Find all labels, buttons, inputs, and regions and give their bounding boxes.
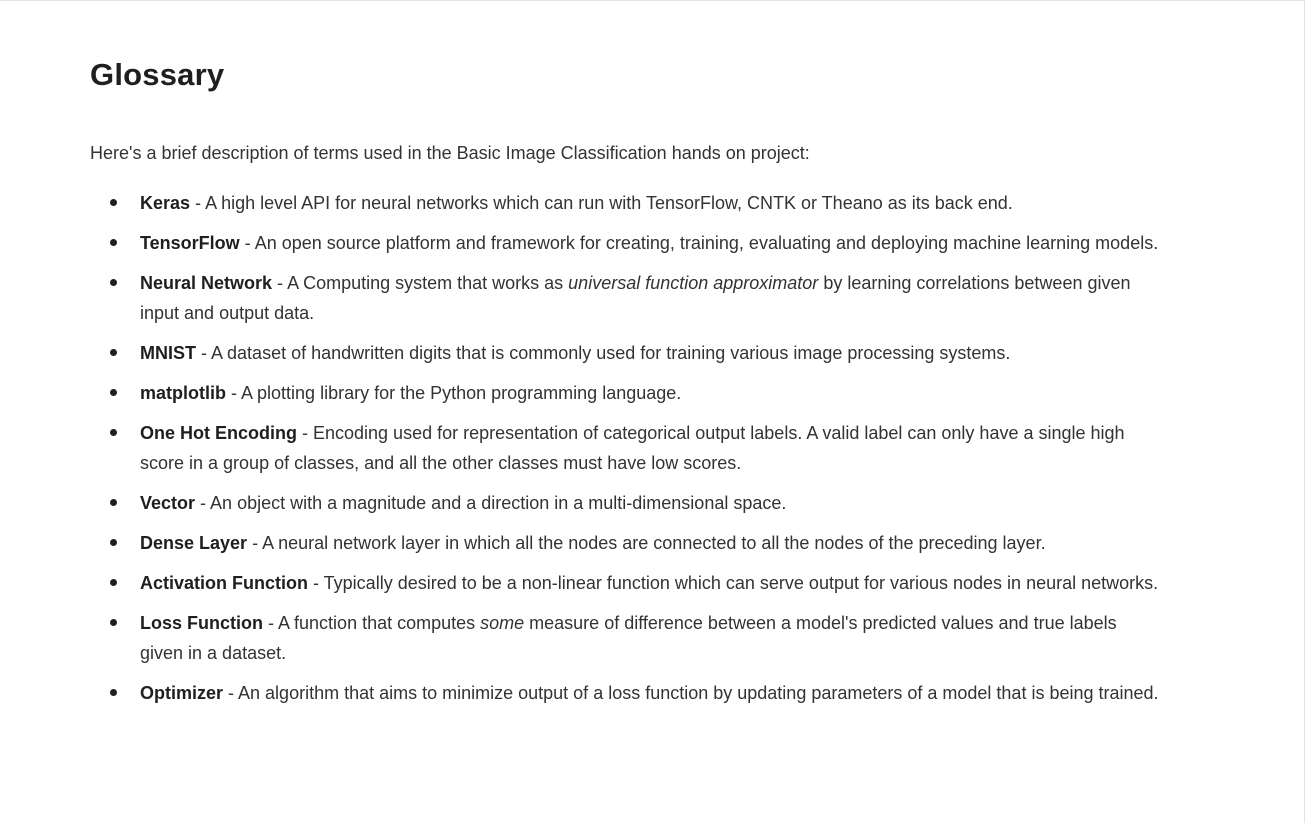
glossary-item-matplotlib: matplotlib - A plotting library for the … xyxy=(90,378,1162,408)
glossary-item-tensorflow: TensorFlow - An open source platform and… xyxy=(90,228,1162,258)
term-emphasis: some xyxy=(480,613,525,633)
term-name: MNIST xyxy=(140,343,196,363)
bullet-icon xyxy=(110,579,117,586)
term-separator: - xyxy=(223,683,239,703)
page-title: Glossary xyxy=(90,57,225,92)
bullet-icon xyxy=(110,619,117,626)
term-description: A dataset of handwritten digits that is … xyxy=(211,343,1011,363)
term-separator: - xyxy=(308,573,324,593)
term-name: Dense Layer xyxy=(140,533,248,553)
term-separator: - xyxy=(297,423,313,443)
term-separator: - xyxy=(226,383,242,403)
bullet-icon xyxy=(110,389,117,396)
term-separator: - xyxy=(263,613,279,633)
bullet-icon xyxy=(110,279,117,286)
glossary-item-one-hot-encoding: One Hot Encoding - Encoding used for rep… xyxy=(90,418,1162,478)
term-description: A Computing system that works as xyxy=(287,273,569,293)
top-divider xyxy=(0,0,1305,1)
glossary-item-vector: Vector - An object with a magnitude and … xyxy=(90,488,1162,518)
term-separator: - xyxy=(239,233,255,253)
intro-text: Here's a brief description of terms used… xyxy=(90,143,810,163)
bullet-icon xyxy=(110,689,117,696)
term-description: A neural network layer in which all the … xyxy=(262,533,1046,553)
term-name: Loss Function xyxy=(140,613,263,633)
term-name: Activation Function xyxy=(140,573,308,593)
glossary-item-activation-function: Activation Function - Typically desired … xyxy=(90,568,1162,598)
bullet-icon xyxy=(110,199,117,206)
term-separator: - xyxy=(247,533,263,553)
term-description: An algorithm that aims to minimize outpu… xyxy=(238,683,1159,703)
term-name: One Hot Encoding xyxy=(140,423,297,443)
glossary-item-loss-function: Loss Function - A function that computes… xyxy=(90,608,1162,668)
term-separator: - xyxy=(190,193,206,213)
bullet-icon xyxy=(110,499,117,506)
term-description: Typically desired to be a non-linear fun… xyxy=(323,573,1159,593)
term-name: TensorFlow xyxy=(140,233,240,253)
term-description: A high level API for neural networks whi… xyxy=(205,193,1013,213)
term-description: A plotting library for the Python progra… xyxy=(241,383,682,403)
term-name: Optimizer xyxy=(140,683,224,703)
bullet-icon xyxy=(110,429,117,436)
term-emphasis: universal function approximator xyxy=(568,273,819,293)
glossary-list: Keras - A high level API for neural netw… xyxy=(90,188,1162,718)
term-name: Keras xyxy=(140,193,191,213)
glossary-item-keras: Keras - A high level API for neural netw… xyxy=(90,188,1162,218)
glossary-item-neural-network: Neural Network - A Computing system that… xyxy=(90,268,1162,328)
term-separator: - xyxy=(196,343,212,363)
term-name: Neural Network xyxy=(140,273,273,293)
bullet-icon xyxy=(110,239,117,246)
bullet-icon xyxy=(110,539,117,546)
term-name: Vector xyxy=(140,493,196,513)
term-name: matplotlib xyxy=(140,383,226,403)
bullet-icon xyxy=(110,349,117,356)
term-description: An object with a magnitude and a directi… xyxy=(210,493,787,513)
term-separator: - xyxy=(195,493,211,513)
glossary-item-dense-layer: Dense Layer - A neural network layer in … xyxy=(90,528,1162,558)
term-description: An open source platform and framework fo… xyxy=(254,233,1159,253)
glossary-item-optimizer: Optimizer - An algorithm that aims to mi… xyxy=(90,678,1162,708)
term-description: A function that computes xyxy=(278,613,481,633)
term-separator: - xyxy=(272,273,288,293)
glossary-item-mnist: MNIST - A dataset of handwritten digits … xyxy=(90,338,1162,368)
